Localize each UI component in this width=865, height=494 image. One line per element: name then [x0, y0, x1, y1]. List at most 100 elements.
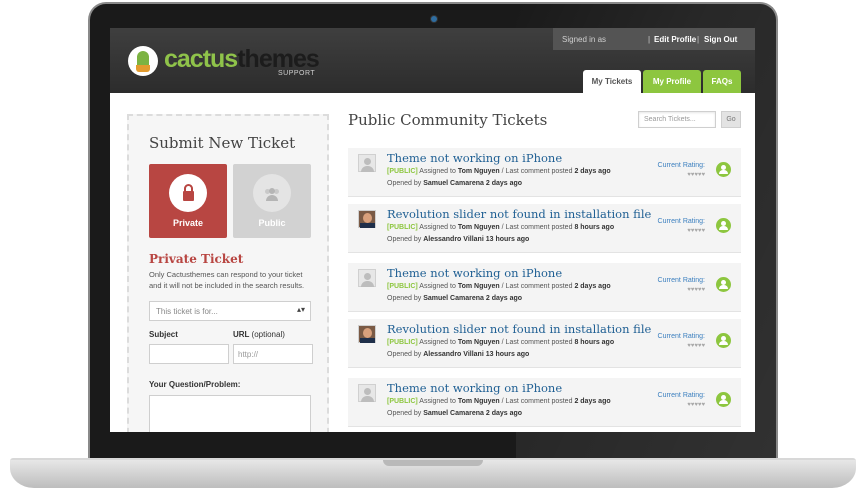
default-avatar-icon	[358, 154, 376, 172]
ticket-row[interactable]: Revolution slider not found in installat…	[348, 319, 741, 368]
select-arrows-icon: ▴▾	[296, 305, 305, 314]
ticket-title[interactable]: Revolution slider not found in installat…	[387, 207, 651, 221]
community-icon[interactable]	[716, 218, 731, 233]
opened-by: Samuel Camarena	[423, 295, 484, 302]
rating-hearts-icon: ♥♥♥♥♥	[687, 402, 705, 408]
edit-profile-link[interactable]: Edit Profile	[654, 35, 696, 44]
submit-ticket-title: Submit New Ticket	[149, 134, 296, 152]
opened-by: Samuel Camarena	[423, 410, 484, 417]
logo-part2: themes	[237, 45, 320, 73]
site-header: cactusthemes SUPPORT Signed in as | Edit…	[110, 28, 755, 93]
opened-text: Opened by	[387, 295, 422, 302]
community-icon[interactable]	[716, 333, 731, 348]
opened-ago: 13 hours ago	[485, 236, 530, 243]
public-ticket-button[interactable]: Public	[233, 164, 311, 238]
public-tag: [PUBLIC]	[387, 224, 418, 231]
ticket-meta-line: [PUBLIC] Assigned to Tom Nguyen / Last c…	[387, 339, 614, 346]
go-button[interactable]: Go	[721, 111, 741, 128]
people-badge	[253, 174, 291, 212]
ticket-row[interactable]: Theme not working on iPhone [PUBLIC] Ass…	[348, 263, 741, 312]
last-comment-time: 8 hours ago	[574, 224, 615, 231]
people-icon	[264, 188, 280, 201]
community-icon[interactable]	[716, 162, 731, 177]
assigned-text: Assigned to	[419, 168, 456, 175]
select-value: This ticket is for...	[156, 307, 218, 316]
tab-my-profile[interactable]: My Profile	[643, 70, 701, 93]
last-comment-text: / Last comment posted	[501, 339, 573, 346]
ticket-for-select[interactable]: This ticket is for... ▴▾	[149, 301, 311, 321]
ticket-meta-line: [PUBLIC] Assigned to Tom Nguyen / Last c…	[387, 224, 614, 231]
subject-field[interactable]	[149, 344, 229, 364]
ticket-title[interactable]: Theme not working on iPhone	[387, 381, 562, 395]
sign-out-link[interactable]: Sign Out	[704, 35, 737, 44]
private-ticket-description: Only Cactusthemes can respond to your ti…	[149, 270, 305, 290]
community-icon[interactable]	[716, 392, 731, 407]
ticket-opened-line: Opened by Samuel Camarena 2 days ago	[387, 410, 522, 417]
webcam-icon	[431, 16, 437, 22]
opened-by: Alessandro Villani	[423, 351, 484, 358]
ticket-row[interactable]: Theme not working on iPhone [PUBLIC] Ass…	[348, 378, 741, 427]
rating-hearts-icon: ♥♥♥♥♥	[687, 228, 705, 234]
tab-faqs[interactable]: FAQs	[703, 70, 741, 93]
public-label: Public	[258, 218, 286, 228]
assignee: Tom Nguyen	[457, 339, 500, 346]
rating-label: Current Rating:	[657, 218, 705, 225]
screen: cactusthemes SUPPORT Signed in as | Edit…	[110, 28, 755, 432]
ticket-meta-line: [PUBLIC] Assigned to Tom Nguyen / Last c…	[387, 398, 611, 405]
user-photo-avatar	[358, 210, 376, 228]
user-photo-avatar	[358, 325, 376, 343]
last-comment-time: 8 hours ago	[574, 339, 615, 346]
opened-ago: 2 days ago	[485, 410, 523, 417]
ticket-opened-line: Opened by Alessandro Villani 13 hours ag…	[387, 351, 529, 358]
separator: |	[697, 35, 700, 44]
ticket-opened-line: Opened by Samuel Camarena 2 days ago	[387, 180, 522, 187]
ticket-row[interactable]: Revolution slider not found in installat…	[348, 204, 741, 253]
opened-ago: 13 hours ago	[485, 351, 530, 358]
question-textarea[interactable]	[149, 395, 311, 432]
opened-by: Alessandro Villani	[423, 236, 484, 243]
ticket-title[interactable]: Theme not working on iPhone	[387, 266, 562, 280]
public-tag: [PUBLIC]	[387, 398, 418, 405]
url-label: URL	[233, 330, 250, 339]
opened-ago: 2 days ago	[485, 180, 523, 187]
default-avatar-icon	[358, 269, 376, 287]
rating-hearts-icon: ♥♥♥♥♥	[687, 172, 705, 178]
url-label-wrap: URL (optional)	[233, 330, 285, 339]
rating-label: Current Rating:	[657, 333, 705, 340]
opened-text: Opened by	[387, 351, 422, 358]
assignee: Tom Nguyen	[457, 168, 500, 175]
laptop-notch	[383, 460, 483, 466]
ticket-opened-line: Opened by Samuel Camarena 2 days ago	[387, 295, 522, 302]
ticket-row[interactable]: Theme not working on iPhone [PUBLIC] Ass…	[348, 148, 741, 197]
public-tag: [PUBLIC]	[387, 339, 418, 346]
rating-hearts-icon: ♥♥♥♥♥	[687, 343, 705, 349]
lock-body	[183, 191, 194, 201]
signed-in-text: Signed in as	[562, 35, 607, 44]
last-comment-time: 2 days ago	[574, 398, 611, 405]
last-comment-text: / Last comment posted	[501, 224, 573, 231]
rating-label: Current Rating:	[657, 162, 705, 169]
assigned-text: Assigned to	[419, 398, 456, 405]
private-label: Private	[172, 218, 204, 228]
ticket-title[interactable]: Revolution slider not found in installat…	[387, 322, 651, 336]
last-comment-text: / Last comment posted	[501, 398, 573, 405]
opened-by: Samuel Camarena	[423, 180, 484, 187]
search-input[interactable]: Search Tickets...	[638, 111, 716, 128]
tab-my-tickets[interactable]: My Tickets	[583, 70, 641, 93]
assigned-text: Assigned to	[419, 283, 456, 290]
ticket-title[interactable]: Theme not working on iPhone	[387, 151, 562, 165]
opened-ago: 2 days ago	[485, 295, 523, 302]
url-field[interactable]: http://	[233, 344, 313, 364]
default-avatar-icon	[358, 384, 376, 402]
private-ticket-button[interactable]: Private	[149, 164, 227, 238]
pot-logo-icon	[136, 65, 150, 72]
opened-text: Opened by	[387, 180, 422, 187]
ticket-opened-line: Opened by Alessandro Villani 13 hours ag…	[387, 236, 529, 243]
community-icon[interactable]	[716, 277, 731, 292]
assigned-text: Assigned to	[419, 224, 456, 231]
url-optional: (optional)	[251, 330, 285, 339]
public-tag: [PUBLIC]	[387, 283, 418, 290]
assigned-text: Assigned to	[419, 339, 456, 346]
logo-part1: cactus	[164, 45, 238, 73]
logo-tagline: SUPPORT	[278, 70, 316, 77]
